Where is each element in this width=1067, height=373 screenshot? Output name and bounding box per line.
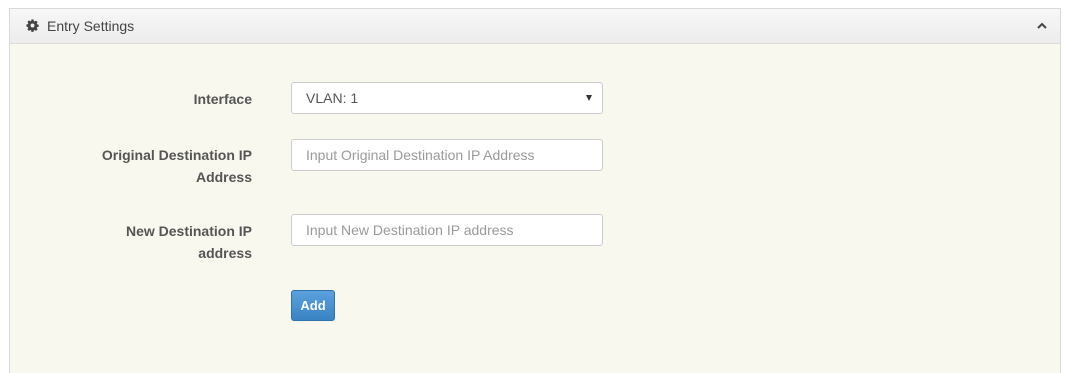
interface-label: Interface (193, 91, 252, 107)
panel-title: Entry Settings (47, 18, 135, 34)
interface-select[interactable]: VLAN: 1 (291, 82, 603, 114)
original-destination-ip-input[interactable] (291, 139, 603, 171)
panel-header[interactable]: Entry Settings (10, 9, 1060, 44)
gear-icon (26, 19, 39, 32)
chevron-up-icon[interactable] (1036, 20, 1048, 32)
interface-selected-value: VLAN: 1 (306, 90, 359, 106)
add-button[interactable]: Add (291, 290, 335, 321)
new-destination-ip-label: New Destination IP address (125, 223, 252, 261)
entry-settings-panel: Entry Settings Interface VLAN: 1 Origina… (9, 8, 1061, 373)
original-destination-ip-label: Original Destination IP Address (101, 147, 252, 185)
new-destination-ip-input[interactable] (291, 214, 603, 246)
dropdown-caret-icon (586, 95, 592, 101)
